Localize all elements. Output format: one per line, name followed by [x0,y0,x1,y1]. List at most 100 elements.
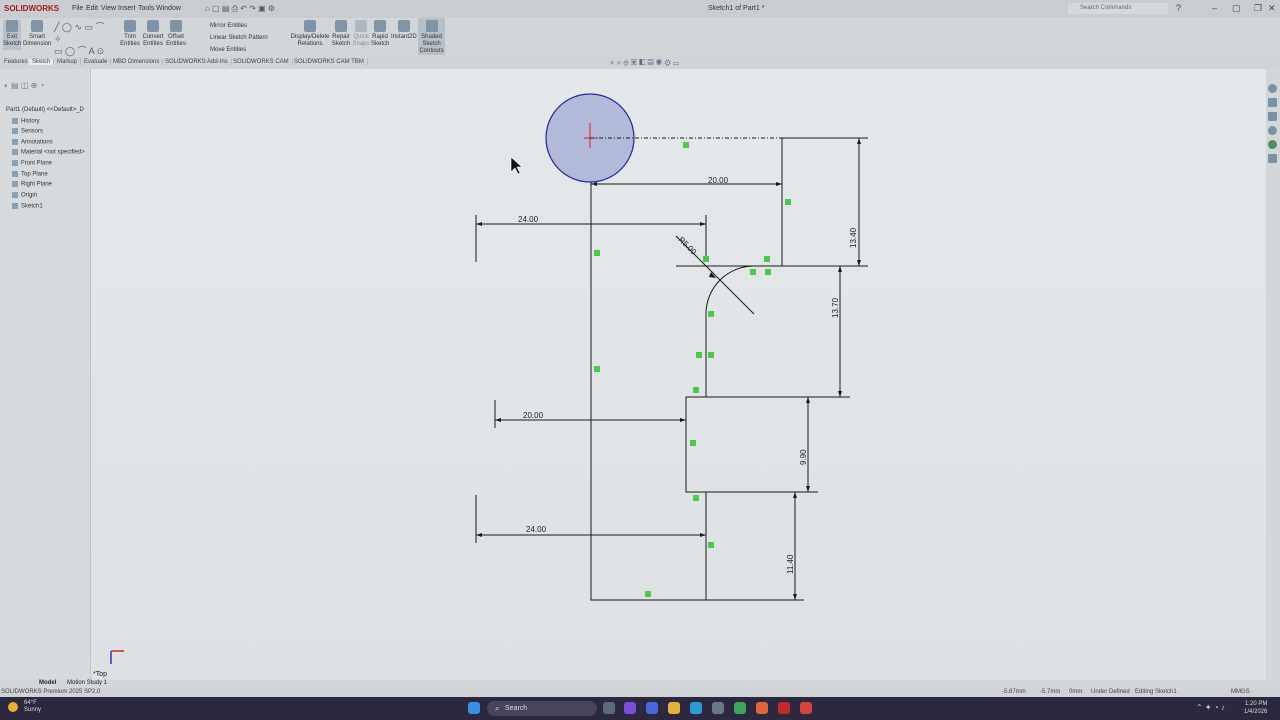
tree-tab-icons[interactable]: ◐ ▤ ◫ ⊕ ◔ [4,81,44,90]
search-commands-input[interactable]: Search Commands [1068,3,1168,14]
tab-model[interactable]: Model [39,680,56,686]
resources-icon[interactable] [1268,98,1277,107]
tab-mbd-dimensions[interactable]: MBD Dimensions [110,59,164,65]
chrome-icon[interactable] [734,702,746,714]
menu-tools[interactable]: Tools [138,5,154,12]
minimize-icon[interactable]: – [1212,3,1217,13]
solidworks-logo[interactable]: SOLIDWORKS [4,4,59,13]
task-view-icon[interactable] [603,702,615,714]
relation-marker[interactable] [765,269,771,275]
sketch-entities-icons[interactable]: ╱ ◯ ∿ ▭ ⌒ ✧▭ ◯ ⌒ A ⊙ ▣ [54,21,114,68]
relation-marker[interactable] [645,591,651,597]
relation-marker[interactable] [696,352,702,358]
design-library-icon[interactable] [1268,112,1277,121]
linear-pattern-button[interactable]: Linear Sketch Pattern [210,32,268,44]
exit-sketch-button[interactable]: Exit Sketch [3,20,21,50]
tab-markup[interactable]: Markup [54,59,82,65]
dimension-11-40[interactable]: 11.40 [786,554,795,574]
relation-marker[interactable] [693,387,699,393]
tree-root-part1[interactable]: Part1 (Default) <<Default>_D [6,107,84,113]
tree-item-front-plane[interactable]: Front Plane [12,160,52,167]
move-entities-button[interactable]: Move Entities [210,44,268,56]
edge-icon[interactable] [690,702,702,714]
tree-item-history[interactable]: History [12,118,40,125]
custom-properties-icon[interactable] [1268,154,1277,163]
dimension-13-70[interactable]: 13.70 [831,297,840,318]
dimension-13-40[interactable]: 13.40 [849,227,858,248]
tab-features[interactable]: Features [1,59,32,65]
rapid-sketch-button[interactable]: Rapid Sketch [371,20,389,48]
help-icon[interactable]: ? [1176,3,1181,13]
solidworks-taskbar-icon[interactable] [778,702,790,714]
repair-sketch-label: Repair Sketch [331,34,351,47]
home-icon[interactable] [1268,84,1277,93]
tree-item-sketch1[interactable]: Sketch1 [12,203,43,210]
file-explorer-icon[interactable] [668,702,680,714]
clock[interactable]: 1:20 PM 1/4/2026 [1244,700,1267,716]
tab-sketch[interactable]: Sketch [29,59,55,65]
dimension-24-top[interactable]: 24.00 [518,215,539,224]
tab-solidworks-cam-tbm[interactable]: SOLIDWORKS CAM TBM [291,59,368,65]
smart-dimension-button[interactable]: Smart Dimension [23,20,51,48]
dimension-radius[interactable]: R5.00 [677,235,699,257]
relation-marker[interactable] [708,311,714,317]
tree-item-annotations[interactable]: Annotations [12,139,53,146]
menu-insert[interactable]: Insert [118,5,136,12]
dimension-24-bottom[interactable]: 24.00 [526,525,547,534]
heads-up-view-toolbar[interactable]: ⌕ ⌕ ⊕ ▣ ◧ ▤ ◉ ⚙ ▭ [610,58,679,68]
menu-view[interactable]: View [101,5,116,12]
relation-marker[interactable] [750,269,756,275]
app-icon[interactable] [800,702,812,714]
relation-marker[interactable] [764,256,770,262]
dimension-20-mid[interactable]: 20.00 [523,411,544,420]
relation-marker[interactable] [708,542,714,548]
system-tray-icons[interactable]: ⌃ ✦ ◔ ♪ [1196,703,1225,712]
relation-marker[interactable] [690,440,696,446]
status-units[interactable]: MMGS [1231,689,1250,695]
tree-item-right-plane[interactable]: Right Plane [12,181,52,188]
appearances-icon[interactable] [1268,140,1277,149]
relation-marker[interactable] [594,250,600,256]
restore-icon[interactable]: ▢ [1232,3,1241,14]
display-delete-relations-button[interactable]: Display/Delete Relations [290,20,330,48]
quick-snaps-button[interactable]: Quick Snaps [352,20,370,48]
relation-marker[interactable] [703,256,709,262]
weather-widget[interactable]: 64°F Sunny [24,700,41,714]
convert-entities-button[interactable]: Convert Entities [142,20,164,48]
instant2d-button[interactable]: Instant2D [391,20,417,41]
taskbar-search[interactable]: ⌕ Search [487,701,597,716]
tree-item-material[interactable]: Material <not specified> [12,149,85,156]
tree-item-top-plane[interactable]: Top Plane [12,171,48,178]
firefox-icon[interactable] [756,702,768,714]
tab-evaluate[interactable]: Evaluate [81,59,112,65]
tree-item-sensors[interactable]: Sensors [12,128,43,135]
menu-file[interactable]: File [72,5,83,12]
quick-access-icons[interactable]: ⌂ ▢ ▤ ⎙ ↶ ↷ ▣ ⚙ [205,4,275,14]
relation-marker[interactable] [785,199,791,205]
relation-marker[interactable] [708,352,714,358]
relation-marker[interactable] [693,495,699,501]
tree-item-origin[interactable]: Origin [12,192,37,199]
dimension-20-top[interactable]: 20.00 [708,176,729,185]
shaded-sketch-contours-button[interactable]: Shaded Sketch Contours [418,18,445,55]
relation-marker[interactable] [594,366,600,372]
menu-window[interactable]: Window [156,5,181,12]
sketch-canvas[interactable]: 20.00 24.00 R5.00 13.40 13.70 20.00 9.90… [91,69,1266,681]
app-icon[interactable] [624,702,636,714]
mirror-entities-button[interactable]: Mirror Entities [210,20,268,32]
repair-sketch-button[interactable]: Repair Sketch [331,20,351,48]
maximize-icon[interactable]: ❐ [1254,3,1262,14]
close-icon[interactable]: ✕ [1268,3,1276,14]
dimension-9-90[interactable]: 9.90 [799,449,808,465]
tab-solidworks-add-ins[interactable]: SOLIDWORKS Add-Ins [162,59,232,65]
offset-entities-button[interactable]: Offset Entities [165,20,187,48]
app-icon[interactable] [712,702,724,714]
app-icon[interactable] [646,702,658,714]
tab-motion-study[interactable]: Motion Study 1 [67,680,107,686]
file-explorer-icon[interactable] [1268,126,1277,135]
relation-marker[interactable] [683,142,689,148]
tab-solidworks-cam[interactable]: SOLIDWORKS CAM [230,59,293,65]
trim-entities-button[interactable]: Trim Entities [120,20,140,48]
menu-edit[interactable]: Edit [86,5,98,12]
windows-start-icon[interactable] [468,702,480,714]
